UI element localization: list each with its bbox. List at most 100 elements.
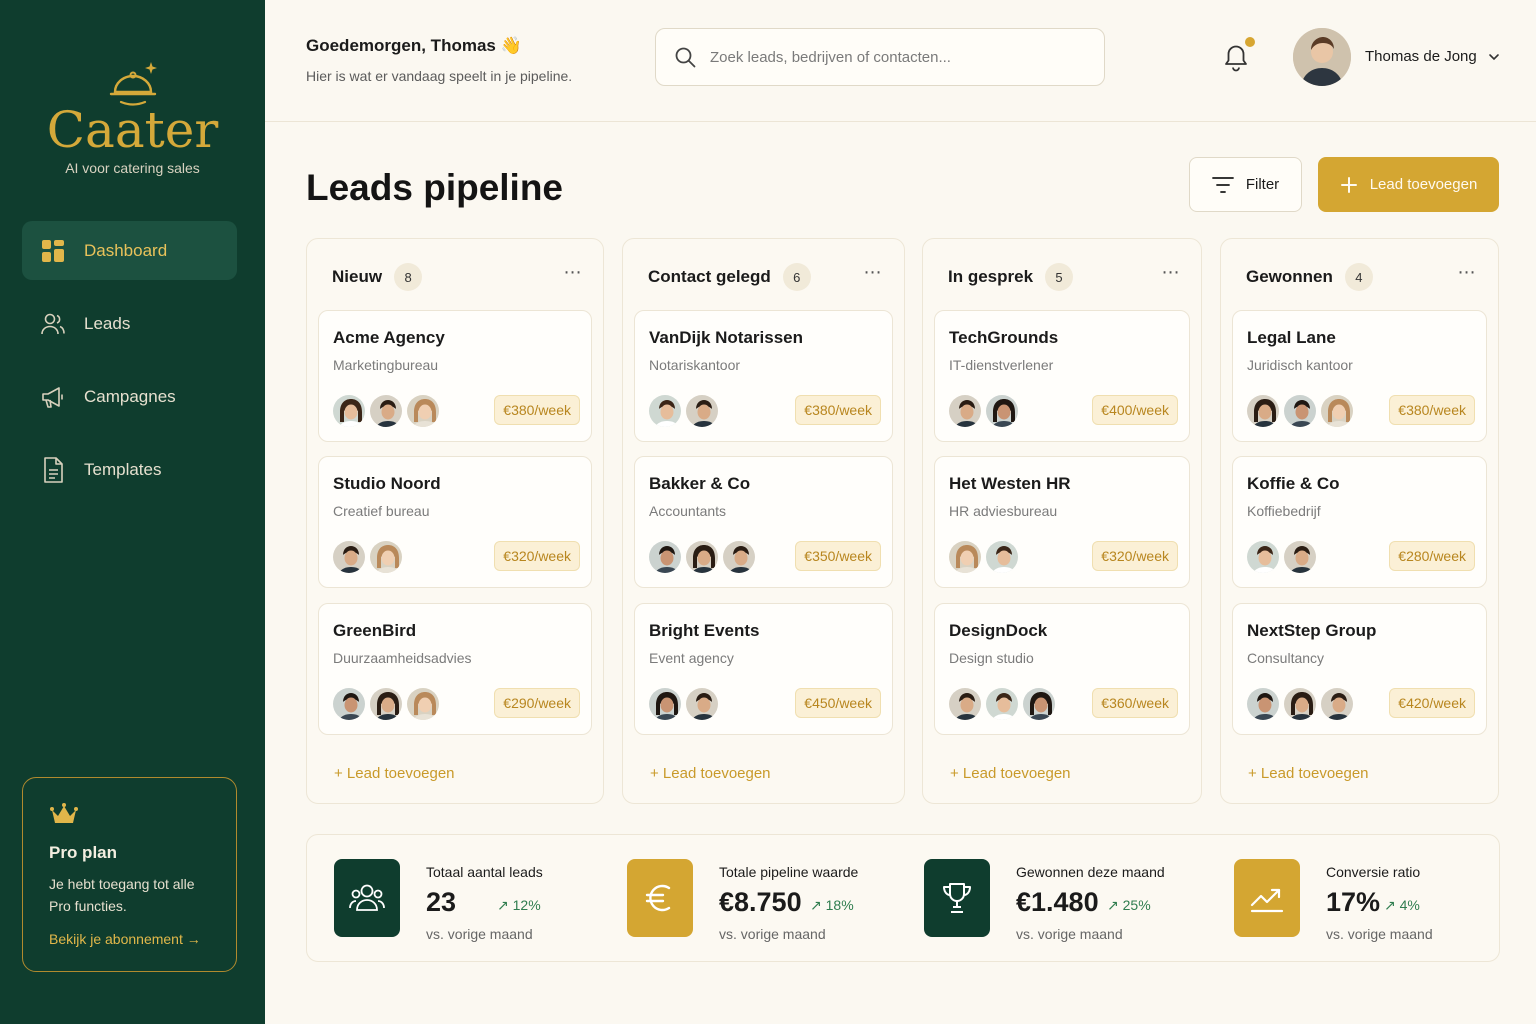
avatar[interactable] — [1293, 28, 1351, 86]
lead-company-type: Event agency — [649, 650, 734, 666]
trophy-icon — [924, 859, 990, 937]
search-icon — [675, 47, 696, 68]
filter-label: Filter — [1245, 176, 1280, 193]
lead-card[interactable]: Bright Events Event agency €450/week — [634, 603, 893, 735]
lead-company-type: Accountants — [649, 503, 727, 519]
more-options-icon[interactable]: ⋯ — [561, 263, 585, 287]
column-header: Gewonnen 4 — [1246, 263, 1373, 291]
lead-card[interactable]: NextStep Group Consultancy €420/week — [1232, 603, 1487, 735]
avatar — [984, 539, 1020, 575]
brand-name: Caater — [46, 101, 219, 159]
lead-company-type: Consultancy — [1247, 650, 1325, 666]
lead-card[interactable]: VanDijk Notarissen Notariskantoor €380/w… — [634, 310, 893, 442]
price-badge: €380/week — [494, 395, 580, 425]
sidebar-item-leads[interactable]: Leads — [22, 294, 237, 353]
user-name[interactable]: Thomas de Jong — [1365, 48, 1477, 65]
sidebar-item-label: Leads — [84, 313, 131, 333]
avatar — [947, 393, 983, 429]
avatar — [1319, 686, 1355, 722]
avatar — [405, 393, 441, 429]
avatar — [331, 539, 367, 575]
filter-button[interactable]: Filter — [1189, 157, 1302, 212]
stat-value: 17% — [1326, 887, 1381, 917]
lead-company-name: GreenBird — [333, 621, 417, 640]
page-title: Leads pipeline — [306, 167, 564, 208]
lead-card[interactable]: DesignDock Design studio €360/week — [934, 603, 1190, 735]
lead-card[interactable]: TechGrounds IT-dienstverlener €400/week — [934, 310, 1190, 442]
pipeline-column: Gewonnen 4 ⋯ Legal Lane Juridisch kantoo… — [1220, 238, 1499, 804]
search-bar[interactable] — [655, 28, 1105, 86]
sidebar-item-templates[interactable]: Templates — [22, 440, 237, 499]
more-options-icon[interactable]: ⋯ — [861, 263, 885, 287]
lead-card[interactable]: Koffie & Co Koffiebedrijf €280/week — [1232, 456, 1487, 588]
contact-avatars — [1245, 393, 1356, 429]
notification-dot — [1245, 37, 1255, 47]
column-header: In gesprek 5 — [948, 263, 1074, 291]
add-lead-link[interactable]: + Lead toevoegen — [334, 765, 455, 782]
add-lead-link[interactable]: + Lead toevoegen — [650, 765, 771, 782]
add-lead-link[interactable]: + Lead toevoegen — [1248, 765, 1369, 782]
search-input[interactable] — [710, 48, 1090, 66]
price-badge: €280/week — [1389, 541, 1475, 571]
lead-card[interactable]: Acme Agency Marketingbureau €380/week — [318, 310, 592, 442]
avatar — [647, 539, 683, 575]
sidebar-item-label: Dashboard — [84, 240, 168, 260]
lead-company-name: Acme Agency — [333, 328, 445, 347]
chevron-down-icon[interactable] — [1487, 50, 1501, 64]
sidebar-item-dashboard[interactable]: Dashboard — [22, 221, 237, 280]
avatar — [684, 393, 720, 429]
logo[interactable]: Caater AI voor catering sales — [0, 58, 265, 176]
avatar — [368, 686, 404, 722]
avatar — [947, 539, 983, 575]
avatar — [1319, 393, 1355, 429]
lead-company-name: Studio Noord — [333, 474, 441, 493]
lead-company-name: NextStep Group — [1247, 621, 1377, 640]
trend-up-icon — [1234, 859, 1300, 937]
price-badge: €350/week — [795, 541, 881, 571]
contact-avatars — [647, 539, 758, 575]
column-title: In gesprek — [948, 267, 1034, 286]
lead-card[interactable]: GreenBird Duurzaamheidsadvies €290/week — [318, 603, 592, 735]
contact-avatars — [1245, 686, 1356, 722]
add-lead-link[interactable]: + Lead toevoegen — [950, 765, 1071, 782]
lead-card[interactable]: Studio Noord Creatief bureau €320/week — [318, 456, 592, 588]
lead-card[interactable]: Legal Lane Juridisch kantoor €380/week — [1232, 310, 1487, 442]
lead-company-name: VanDijk Notarissen — [649, 328, 804, 347]
avatar — [1282, 393, 1318, 429]
pro-plan-text: Je hebt toegang tot alle Pro functies. — [49, 876, 195, 914]
greeting: Goedemorgen, Thomas 👋 — [306, 36, 522, 55]
pipeline-column: Nieuw 8 ⋯ Acme Agency Marketingbureau €3… — [306, 238, 604, 804]
lead-card[interactable]: Het Westen HR HR adviesbureau €320/week — [934, 456, 1190, 588]
avatar — [368, 393, 404, 429]
price-badge: €400/week — [1092, 395, 1178, 425]
add-lead-label: Lead toevoegen — [1369, 176, 1478, 193]
contact-avatars — [947, 539, 1021, 575]
stat-comparison: vs. vorige maand — [1016, 926, 1123, 942]
users-icon — [40, 311, 66, 337]
column-count-badge: 5 — [1045, 263, 1074, 291]
lead-company-type: IT-dienstverlener — [949, 357, 1054, 373]
avatar — [647, 686, 683, 722]
lead-card[interactable]: Bakker & Co Accountants €350/week — [634, 456, 893, 588]
stats-bar: Totaal aantal leads 23 ↗ 12% vs. vorige … — [306, 834, 1500, 962]
more-options-icon[interactable]: ⋯ — [1455, 263, 1479, 287]
price-badge: €420/week — [1389, 688, 1475, 718]
stat-label: Conversie ratio — [1326, 864, 1421, 880]
add-lead-button[interactable]: Lead toevoegen — [1318, 157, 1499, 212]
column-title: Contact gelegd — [648, 267, 771, 286]
sidebar-item-campagnes[interactable]: Campagnes — [22, 367, 237, 426]
document-icon — [40, 456, 66, 483]
avatar — [1245, 539, 1281, 575]
pro-plan-title: Pro plan — [49, 843, 118, 862]
view-subscription-link[interactable]: Bekijk je abonnement → — [49, 931, 214, 947]
avatar — [405, 686, 441, 722]
contact-avatars — [331, 686, 442, 722]
lead-company-name: Bakker & Co — [649, 474, 751, 493]
avatar — [1245, 393, 1281, 429]
lead-company-type: Notariskantoor — [649, 357, 741, 373]
column-title: Nieuw — [332, 267, 383, 286]
column-count-badge: 4 — [1344, 263, 1373, 291]
avatar — [984, 393, 1020, 429]
avatar — [947, 686, 983, 722]
more-options-icon[interactable]: ⋯ — [1159, 263, 1183, 287]
